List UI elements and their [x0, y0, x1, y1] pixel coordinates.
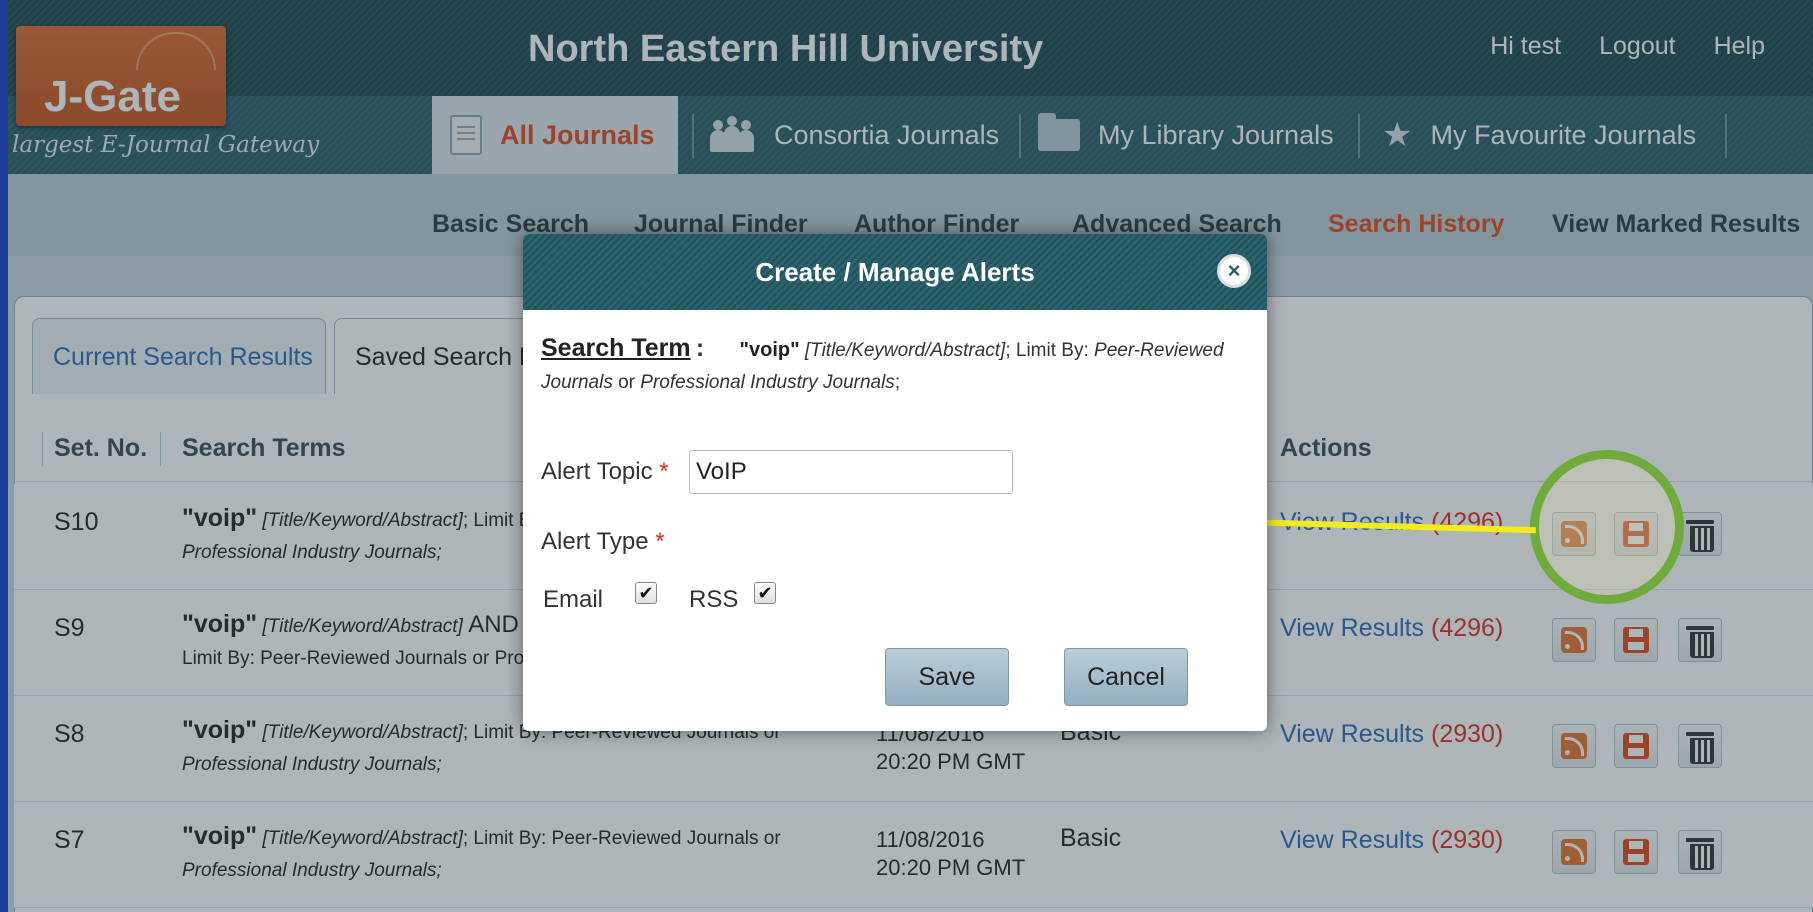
create-alert-dialog: Create / Manage Alerts × Search Term : "… — [523, 234, 1267, 731]
dialog-title: Create / Manage Alerts — [755, 256, 1035, 287]
email-label: Email — [543, 586, 604, 613]
search-term-summary: Search Term : "voip" [Title/Keyword/Abst… — [541, 332, 1241, 399]
semicolon: ; — [894, 372, 901, 393]
dialog-header: Create / Manage Alerts × — [523, 234, 1267, 310]
alert-type-label: Alert Type * — [541, 528, 665, 556]
search-term-colon: : — [695, 334, 705, 362]
rss-checkbox[interactable]: ✔ — [754, 582, 776, 604]
rss-label: RSS — [689, 586, 739, 613]
required-mark: * — [659, 458, 669, 485]
app-window: North Eastern Hill University Hi test Lo… — [8, 0, 1813, 912]
journal-type-b: Professional Industry Journals — [640, 372, 895, 393]
alert-topic-label: Alert Topic * — [541, 458, 669, 486]
cancel-button[interactable]: Cancel — [1064, 648, 1188, 706]
save-button[interactable]: Save — [885, 648, 1009, 706]
term: "voip" — [739, 339, 800, 361]
label-text: Alert Topic — [541, 458, 653, 485]
email-checkbox[interactable]: ✔ — [635, 582, 657, 604]
alert-topic-input[interactable] — [689, 450, 1013, 494]
search-term-label: Search Term — [541, 334, 691, 362]
label-text: Alert Type — [541, 528, 649, 555]
close-icon[interactable]: × — [1217, 254, 1251, 288]
required-mark: * — [655, 528, 665, 555]
field: [Title/Keyword/Abstract] — [804, 340, 1006, 361]
or-text: or — [618, 372, 636, 393]
limit-by: ; Limit By: — [1005, 340, 1089, 361]
highlight-circle — [1530, 450, 1684, 604]
